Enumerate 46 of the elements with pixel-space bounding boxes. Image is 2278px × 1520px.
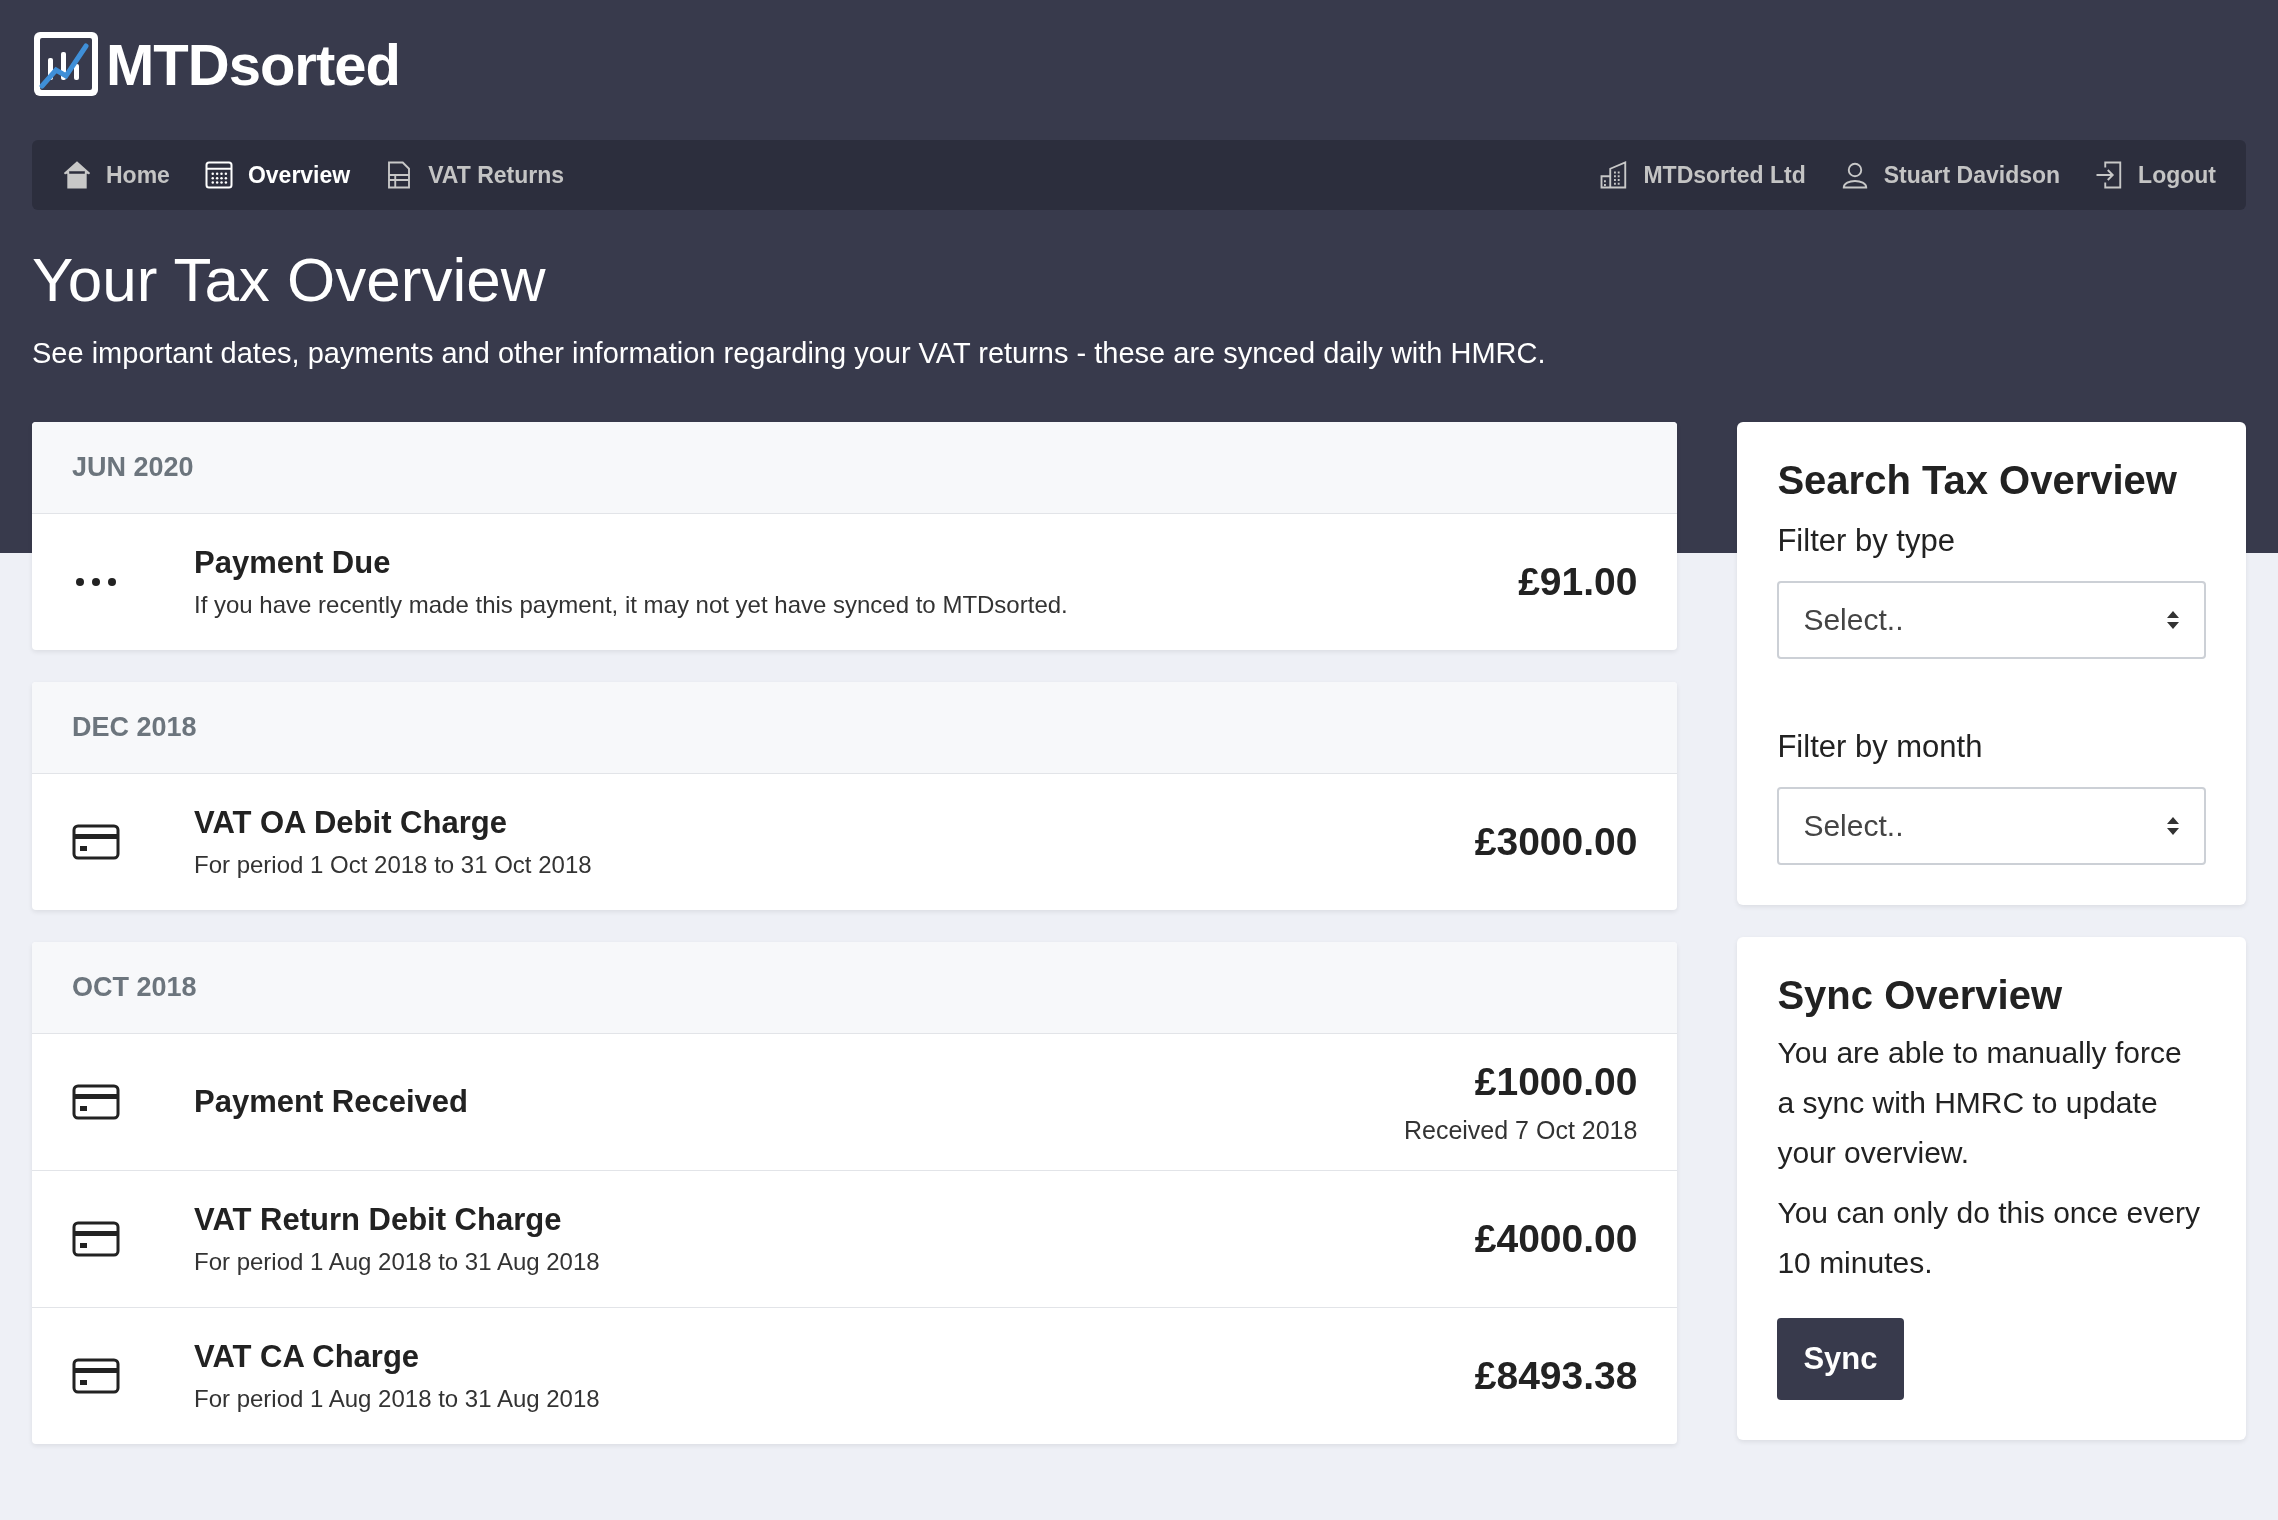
entry-title: VAT Return Debit Charge	[194, 1202, 563, 1238]
brand-name: MTDsorted	[106, 30, 400, 98]
nav-link[interactable]: Overview	[203, 160, 351, 190]
nav-link[interactable]: Stuart Davidson	[1839, 160, 2061, 190]
entry-amount: £1000.00	[1474, 1059, 1638, 1104]
sort-caret-icon	[2166, 815, 2180, 837]
page-subtitle: See important dates, payments and other information regarding your VAT returns - these are synced daily with HMRC.	[32, 337, 1547, 370]
credit-card-icon	[72, 1084, 120, 1120]
nav-link[interactable]: Home	[62, 160, 170, 190]
month-heading: OCT 2018	[72, 972, 197, 1003]
more-icon	[76, 578, 116, 586]
entry-title: Payment Due	[194, 545, 392, 581]
nav-link[interactable]: Logout	[2094, 160, 2216, 190]
panel-title: Search Tax Overview	[1777, 458, 2178, 503]
panel-title: Sync Overview	[1777, 973, 2064, 1018]
entry-note: Received 7 Oct 2018	[1403, 1115, 1638, 1145]
filter-label: Filter by month	[1777, 729, 1984, 765]
select-field[interactable]: Select..	[1777, 787, 2206, 865]
credit-card-icon	[72, 1358, 120, 1394]
entry-detail: For period 1 Oct 2018 to 31 Oct 2018	[194, 851, 593, 879]
logo-icon	[32, 30, 100, 98]
month-heading: DEC 2018	[72, 712, 197, 743]
entry-amount: £3000.00	[1474, 820, 1638, 864]
credit-card-icon	[72, 824, 120, 860]
entry-detail: For period 1 Aug 2018 to 31 Aug 2018	[194, 1248, 601, 1276]
select-field[interactable]: Select..	[1777, 581, 2206, 659]
home-icon	[62, 160, 92, 190]
nav-link[interactable]: MTDsorted Ltd	[1599, 160, 1806, 190]
entry-amount: £91.00	[1518, 560, 1638, 604]
month-heading: JUN 2020	[72, 452, 194, 483]
sync-text: You can only do this once every 10 minutes.	[1777, 1195, 2201, 1281]
entry-amount: £4000.00	[1474, 1217, 1638, 1261]
entry-title: VAT CA Charge	[194, 1339, 421, 1375]
entry-title: VAT OA Debit Charge	[194, 805, 508, 841]
page-title: Your Tax Overview	[32, 244, 547, 315]
sort-caret-icon	[2166, 609, 2180, 631]
nav-link[interactable]: VAT Returns	[384, 160, 565, 190]
entry-title: Payment Received	[194, 1084, 469, 1120]
sync-text: You are able to manually force a sync with HMRC to update your overview.	[1777, 1035, 2183, 1171]
entry-amount: £8493.38	[1474, 1354, 1638, 1398]
calendar-icon	[203, 160, 234, 190]
credit-card-icon	[72, 1221, 120, 1257]
filter-label: Filter by type	[1777, 523, 1956, 559]
entry-detail: For period 1 Aug 2018 to 31 Aug 2018	[194, 1385, 601, 1413]
sync-button[interactable]: Sync	[1777, 1318, 1904, 1400]
entry-detail: If you have recently made this payment, it may not yet have synced to MTDsorted.	[194, 591, 1069, 619]
